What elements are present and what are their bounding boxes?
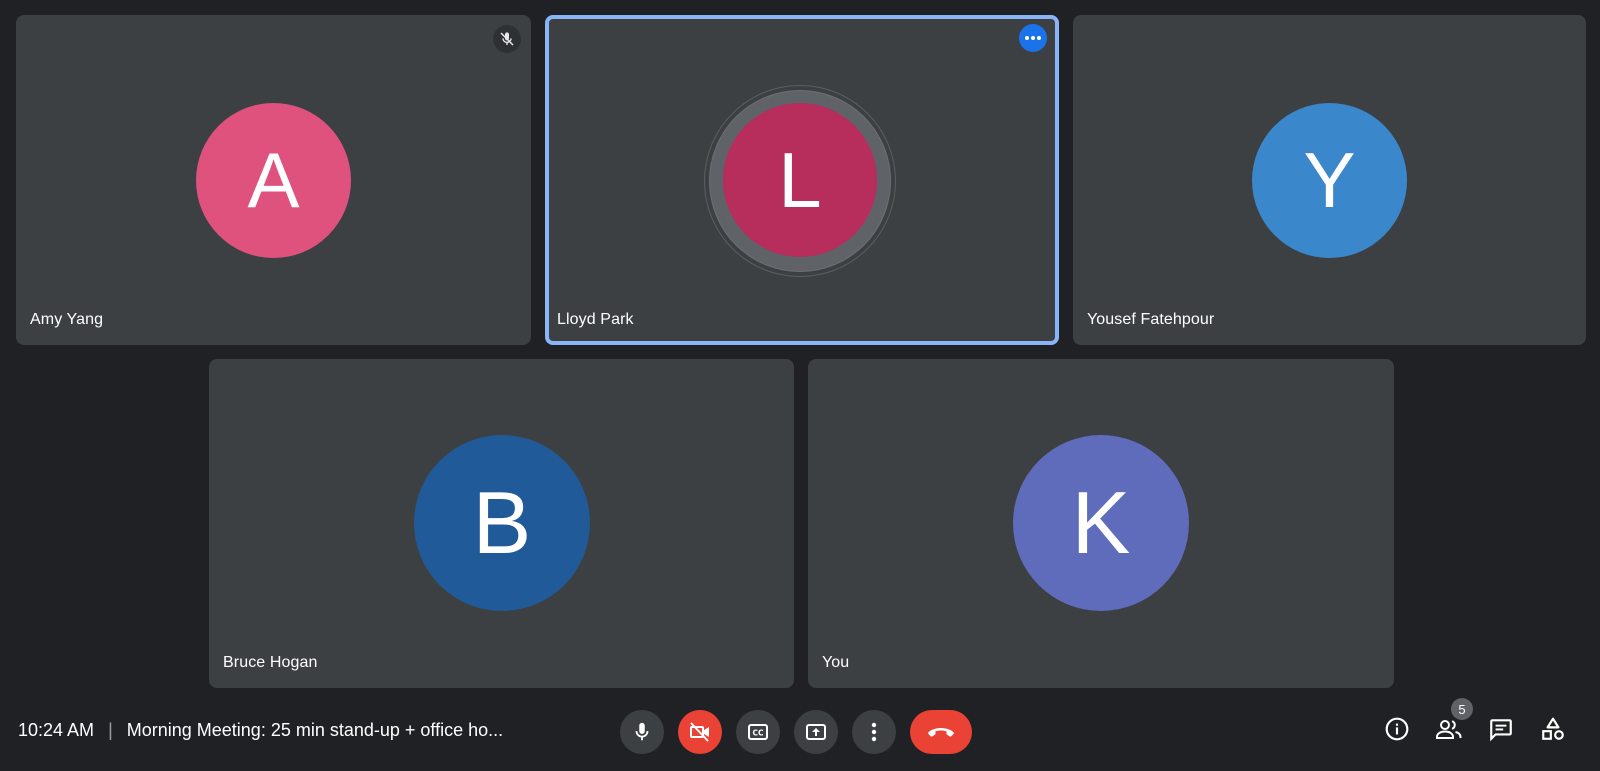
camera-off-icon [690,722,709,742]
present-screen-icon [806,724,826,740]
participant-tile-amy-yang[interactable]: A Amy Yang [16,15,531,345]
meeting-details: 10:24 AM | Morning Meeting: 25 min stand… [18,720,503,741]
more-vert-icon [871,722,877,742]
participant-name: Lloyd Park [557,311,634,328]
call-controls: CC [620,710,972,754]
microphone-button[interactable] [620,710,664,754]
participant-tile-yousef-fatehpour[interactable]: Y Yousef Fatehpour [1073,15,1586,345]
participant-tile-bruce-hogan[interactable]: B Bruce Hogan [209,359,794,688]
participant-name: Bruce Hogan [223,654,318,671]
info-icon [1385,717,1409,741]
microphone-icon [635,722,649,741]
present-button[interactable] [794,710,838,754]
chat-button[interactable] [1485,713,1517,745]
camera-toggle-button[interactable] [678,710,722,754]
clock: 10:24 AM [18,720,95,740]
people-icon [1436,720,1462,739]
participant-name: Amy Yang [30,311,104,328]
meeting-title: Morning Meeting: 25 min stand-up + offic… [126,720,504,740]
avatar: Y [1252,103,1407,258]
participant-name: You [822,654,850,671]
muted-mic-icon [493,25,521,53]
avatar: A [196,103,351,258]
hang-up-icon [928,728,954,737]
avatar: L [723,103,877,257]
participant-name: Yousef Fatehpour [1087,311,1215,328]
activities-button[interactable] [1537,713,1569,745]
captions-button[interactable]: CC [736,710,780,754]
participant-tile-lloyd-park[interactable]: L Lloyd Park [545,15,1059,345]
participant-count-badge: 5 [1451,698,1473,720]
svg-text:CC: CC [752,729,764,738]
avatar: K [1013,435,1189,611]
more-options-icon[interactable] [1019,24,1047,52]
people-button[interactable]: 5 [1433,698,1473,745]
divider: | [108,720,113,740]
closed-captions-icon: CC [748,724,768,740]
activities-icon [1542,717,1564,740]
side-tools: 5 [1381,698,1569,745]
avatar: B [414,435,590,611]
meeting-info-button[interactable] [1381,713,1413,745]
chat-icon [1490,719,1512,742]
participant-tile-you[interactable]: K You [808,359,1394,688]
more-options-button[interactable] [852,710,896,754]
hang-up-button[interactable] [910,710,972,754]
